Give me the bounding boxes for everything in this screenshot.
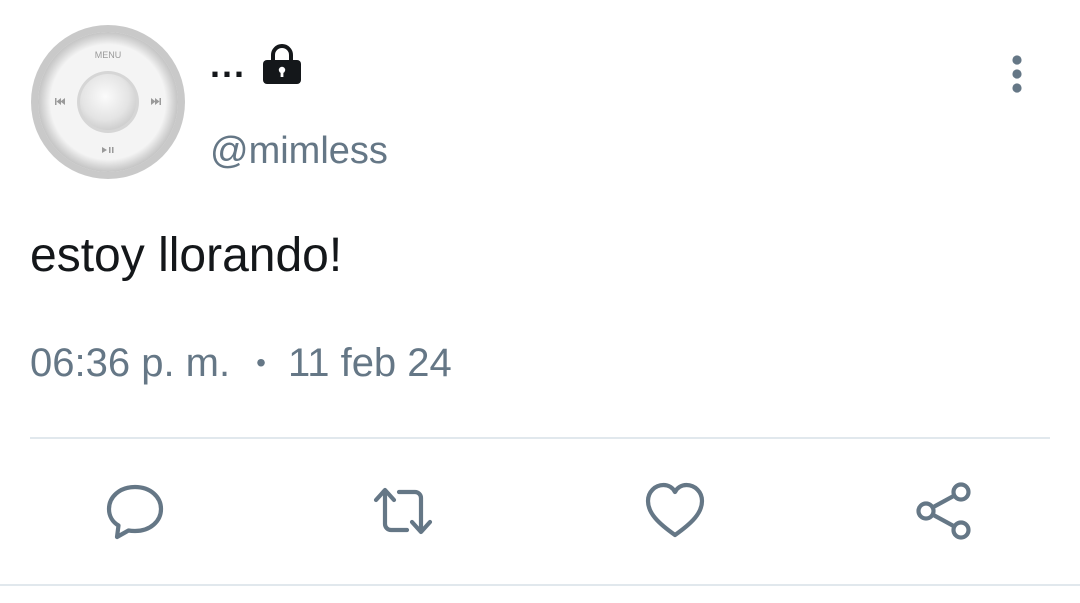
- retweet-button[interactable]: [372, 480, 434, 542]
- separator-dot: •: [256, 347, 266, 378]
- ipod-wheel-avatar-icon: MENU: [31, 25, 185, 179]
- share-button[interactable]: [914, 480, 976, 542]
- reply-button[interactable]: [104, 480, 166, 542]
- divider: [30, 437, 1050, 439]
- retweet-icon: [373, 487, 433, 535]
- more-options-button[interactable]: [1000, 52, 1034, 96]
- bottom-divider: [0, 584, 1080, 586]
- share-icon: [916, 482, 971, 540]
- tweet-timestamp: 06:36 p. m. • 11 feb 24: [30, 338, 452, 388]
- user-handle[interactable]: @mimless: [210, 128, 388, 174]
- display-name[interactable]: ...: [210, 40, 304, 90]
- heart-icon: [645, 482, 705, 538]
- comment-icon: [106, 484, 164, 540]
- tweet-text: estoy llorando!: [30, 229, 343, 282]
- more-vertical-icon: [1012, 55, 1022, 93]
- avatar[interactable]: MENU: [30, 24, 186, 180]
- display-name-text: ...: [210, 44, 247, 85]
- like-button[interactable]: [644, 480, 706, 542]
- tweet-time: 06:36 p. m.: [30, 341, 231, 385]
- tweet-date: 11 feb 24: [287, 341, 452, 385]
- menu-label: MENU: [95, 50, 122, 60]
- lock-icon: [263, 44, 302, 84]
